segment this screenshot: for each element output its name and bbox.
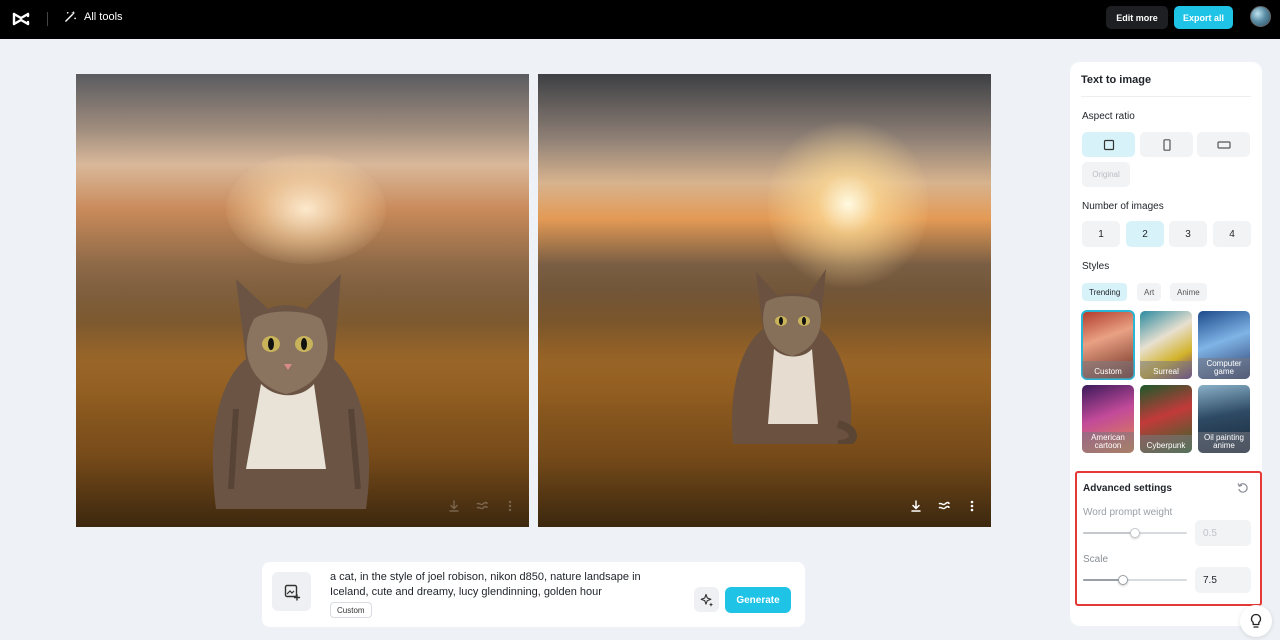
download-icon[interactable] [909,499,923,513]
capcut-logo-icon[interactable] [11,9,31,29]
style-card-computer-game[interactable]: Computer game [1198,311,1250,379]
style-card-label: Surreal [1140,361,1192,379]
advanced-settings-section: Advanced settings Word prompt weight 0.5… [1075,471,1262,606]
magic-wand-icon [65,10,76,22]
style-card-label: Cyberpunk [1140,435,1192,453]
sparkle-icon [700,593,713,607]
word-prompt-weight-slider[interactable] [1083,528,1187,538]
aspect-ratio-original-button[interactable]: Original [1082,162,1130,187]
header-divider [47,12,48,26]
number-option-4[interactable]: 4 [1213,221,1251,247]
reset-icon[interactable] [1237,482,1249,494]
style-card-label: American cartoon [1082,432,1134,453]
user-avatar[interactable] [1250,6,1271,27]
prompt-input[interactable]: a cat, in the style of joel robison, nik… [330,570,680,600]
square-ratio-icon [1103,139,1114,150]
slider-fill [1083,532,1135,534]
style-card-custom[interactable]: Custom [1081,310,1135,380]
lightbulb-icon [1250,613,1262,628]
enhance-prompt-button[interactable] [694,587,719,612]
variation-icon[interactable] [937,499,951,513]
scale-input[interactable]: 7.5 [1195,567,1251,593]
number-option-1[interactable]: 1 [1082,221,1120,247]
more-options-icon[interactable] [503,499,517,513]
landscape-ratio-icon [1216,140,1231,149]
slider-fill [1083,579,1123,581]
style-card-oil-painting-anime[interactable]: Oil painting anime [1198,385,1250,453]
download-icon[interactable] [447,499,461,513]
style-card-label: Oil painting anime [1198,432,1250,453]
add-image-icon [284,584,300,601]
style-card-label: Custom [1082,361,1134,379]
number-option-2[interactable]: 2 [1126,221,1164,247]
slider-handle[interactable] [1117,575,1128,585]
number-of-images-label: Number of images [1082,201,1164,212]
styles-label: Styles [1082,261,1110,272]
aspect-ratio-portrait-button[interactable] [1140,132,1193,157]
cat-illustration [732,269,857,444]
generated-image-1[interactable] [76,74,529,527]
style-card-cyberpunk[interactable]: Cyberpunk [1140,385,1192,453]
reference-image-button[interactable] [272,572,311,611]
scale-label: Scale [1083,554,1109,565]
prompt-bar: a cat, in the style of joel robison, nik… [262,562,805,627]
top-bar: All tools Edit more Export all [0,0,1280,39]
aspect-ratio-landscape-button[interactable] [1197,132,1250,157]
style-card-label: Computer game [1198,358,1250,379]
export-all-button[interactable]: Export all [1174,6,1233,29]
image-1-toolbar [447,499,517,513]
tab-anime[interactable]: Anime [1170,283,1207,301]
tips-button[interactable] [1240,605,1272,637]
number-option-3[interactable]: 3 [1169,221,1207,247]
aspect-ratio-square-button[interactable] [1082,132,1135,157]
scale-slider[interactable] [1083,575,1187,585]
word-prompt-weight-label: Word prompt weight [1083,507,1173,518]
style-tag[interactable]: Custom [330,602,372,618]
portrait-ratio-icon [1162,138,1171,151]
all-tools-link[interactable]: All tools [64,10,123,23]
style-card-surreal[interactable]: Surreal [1140,311,1192,379]
image-2-toolbar [909,499,979,513]
aspect-ratio-label: Aspect ratio [1082,111,1135,122]
all-tools-label: All tools [84,10,123,23]
variation-icon[interactable] [475,499,489,513]
generate-button[interactable]: Generate [725,587,791,613]
word-prompt-weight-input[interactable]: 0.5 [1195,520,1251,546]
cat-illustration [212,274,370,509]
tab-art[interactable]: Art [1137,283,1162,301]
style-card-american-cartoon[interactable]: American cartoon [1082,385,1134,453]
panel-divider [1081,96,1251,97]
generated-image-2[interactable] [538,74,991,527]
slider-handle[interactable] [1130,528,1140,538]
edit-more-button[interactable]: Edit more [1106,6,1168,29]
panel-title: Text to image [1081,74,1152,86]
tab-trending[interactable]: Trending [1082,283,1128,301]
more-options-icon[interactable] [965,499,979,513]
advanced-settings-title: Advanced settings [1083,483,1172,494]
